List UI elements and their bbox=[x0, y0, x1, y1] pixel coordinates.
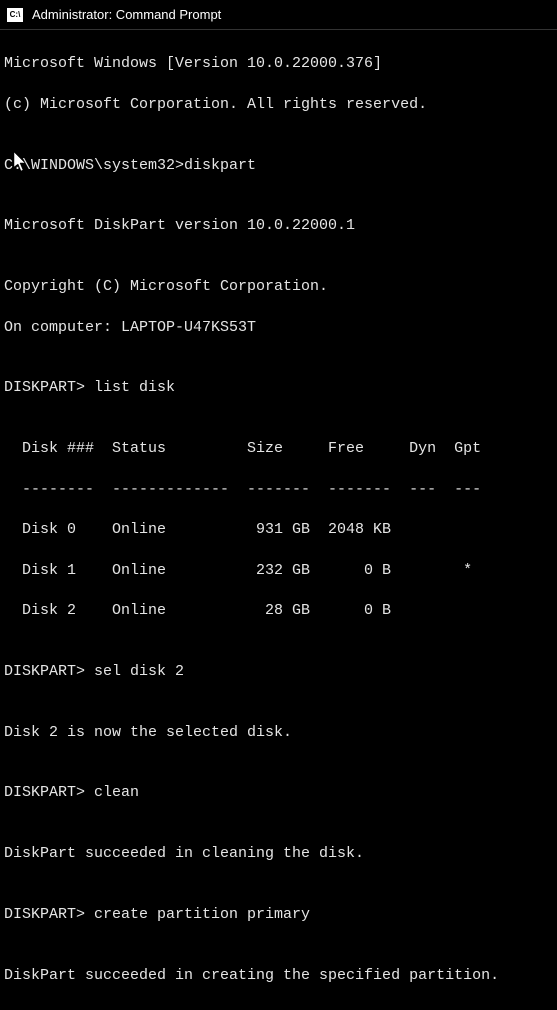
table-divider: -------- ------------- ------- ------- -… bbox=[4, 480, 553, 500]
cmd-icon: C:\ bbox=[6, 7, 24, 23]
output-line: DiskPart succeeded in cleaning the disk. bbox=[4, 844, 553, 864]
table-row: Disk 1 Online 232 GB 0 B * bbox=[4, 561, 553, 581]
output-line: On computer: LAPTOP-U47KS53T bbox=[4, 318, 553, 338]
prompt-line: DISKPART> clean bbox=[4, 783, 553, 803]
title-bar[interactable]: C:\ Administrator: Command Prompt bbox=[0, 0, 557, 30]
terminal-output[interactable]: Microsoft Windows [Version 10.0.22000.37… bbox=[0, 30, 557, 1010]
output-line: Copyright (C) Microsoft Corporation. bbox=[4, 277, 553, 297]
prompt-line: DISKPART> create partition primary bbox=[4, 905, 553, 925]
output-line: Disk 2 is now the selected disk. bbox=[4, 723, 553, 743]
output-line: Microsoft DiskPart version 10.0.22000.1 bbox=[4, 216, 553, 236]
output-line: Microsoft Windows [Version 10.0.22000.37… bbox=[4, 54, 553, 74]
window-title: Administrator: Command Prompt bbox=[32, 7, 221, 22]
prompt-line: DISKPART> sel disk 2 bbox=[4, 662, 553, 682]
output-line: (c) Microsoft Corporation. All rights re… bbox=[4, 95, 553, 115]
prompt-line: DISKPART> list disk bbox=[4, 378, 553, 398]
table-header: Disk ### Status Size Free Dyn Gpt bbox=[4, 439, 553, 459]
table-row: Disk 2 Online 28 GB 0 B bbox=[4, 601, 553, 621]
output-line: DiskPart succeeded in creating the speci… bbox=[4, 966, 553, 986]
table-row: Disk 0 Online 931 GB 2048 KB bbox=[4, 520, 553, 540]
prompt-line: C:\WINDOWS\system32>diskpart bbox=[4, 156, 553, 176]
